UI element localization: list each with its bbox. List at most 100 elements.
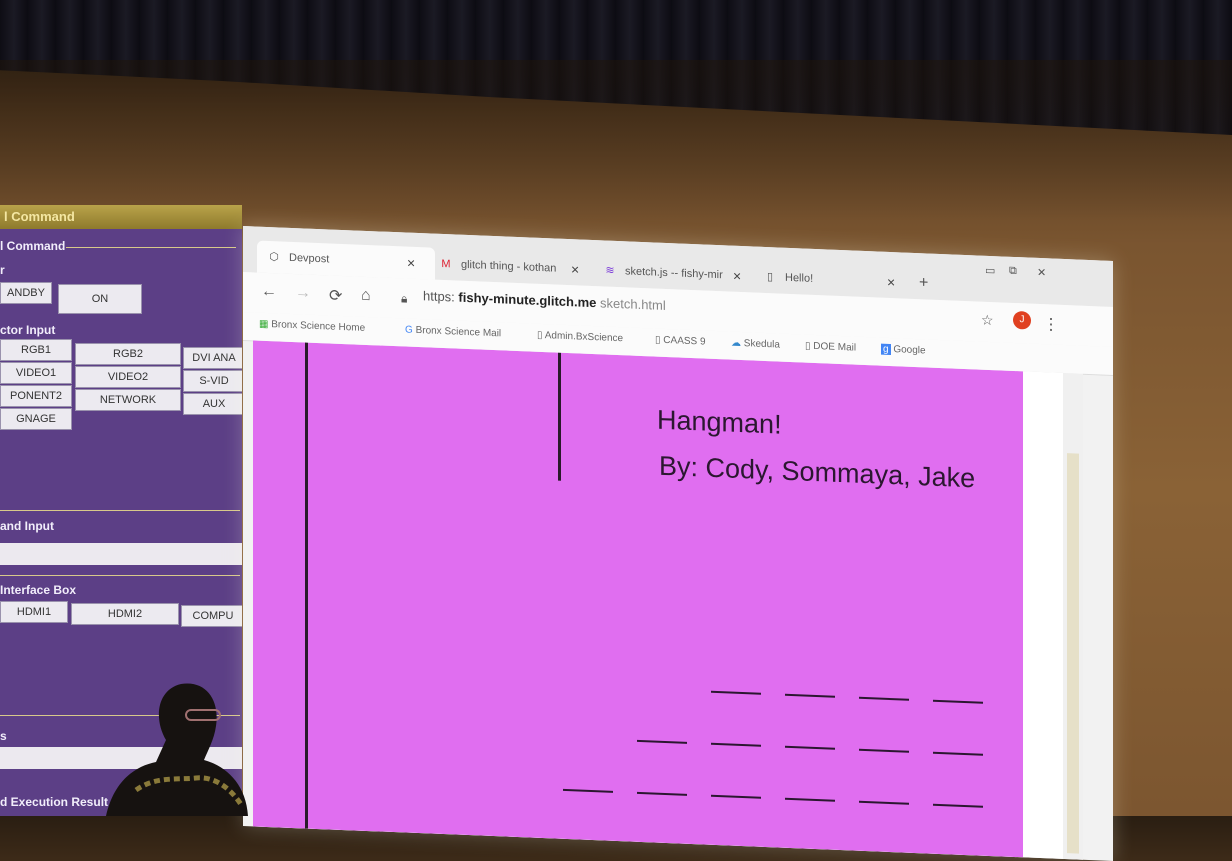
apps-icon: ▦ [259, 318, 269, 331]
letter-blank [859, 748, 909, 753]
bookmark-doe-mail[interactable]: ▯ DOE Mail [805, 341, 856, 354]
close-icon[interactable]: × [733, 260, 741, 292]
page-viewport: Hangman! By: Cody, Sommaya, Jake [253, 340, 1083, 860]
wall-shadow [0, 60, 1232, 220]
bookmark-bronx-science-mail[interactable]: G Bronx Science Mail [405, 325, 501, 340]
url-path: sketch.html [600, 295, 666, 313]
google-g-icon: g [881, 343, 891, 356]
bookmark-admin-bxscience[interactable]: ▯ Admin.BxScience [537, 330, 623, 344]
new-tab-button[interactable]: + [919, 267, 939, 300]
blank-row [637, 739, 983, 756]
letter-blank [711, 690, 761, 695]
close-icon[interactable]: × [887, 266, 895, 298]
page-icon: ▯ [805, 340, 811, 352]
close-window-icon[interactable]: ✕ [1037, 266, 1046, 279]
profile-avatar[interactable]: J [1013, 310, 1031, 330]
letter-blank [933, 803, 983, 808]
projector-input-label: ctor Input [0, 323, 56, 337]
glitch-icon: ≋ [605, 264, 615, 277]
bookmark-skedula[interactable]: ☁ Skedula [731, 338, 780, 351]
bookmark-google[interactable]: g Google [881, 343, 926, 357]
tab-label: Hello! [785, 271, 814, 285]
letter-blank [933, 699, 983, 704]
letter-blank [711, 794, 761, 799]
panel-titlebar: l Command [0, 205, 242, 229]
lock-icon: 🔒︎ [401, 291, 408, 306]
bookmark-label: Bronx Science Home [271, 319, 366, 334]
input-network-button[interactable]: NETWORK [75, 389, 181, 411]
bookmark-bronx-science-home[interactable]: ▦ Bronx Science Home [259, 319, 365, 334]
google-icon: G [405, 324, 413, 336]
letter-blank [563, 788, 613, 793]
input-rgb2-button[interactable]: RGB2 [75, 343, 181, 365]
tab-label: sketch.js -- fishy-mir [625, 265, 723, 282]
input-video1-button[interactable]: VIDEO1 [0, 362, 72, 384]
page-icon: ▯ [537, 329, 543, 342]
section-divider [0, 510, 240, 511]
close-icon[interactable]: × [407, 247, 415, 279]
standby-button[interactable]: ANDBY [0, 282, 52, 304]
panel-small-label: s [0, 729, 7, 743]
interface-computer-button[interactable]: COMPU [181, 605, 242, 627]
devpost-icon: ⬡ [269, 251, 279, 264]
bookmark-label: Admin.BxScience [544, 330, 624, 345]
address-bar[interactable]: https: fishy-minute.glitch.me sketch.htm… [423, 288, 666, 313]
interface-hdmi2-button[interactable]: HDMI2 [71, 603, 179, 625]
bookmark-label: Google [893, 344, 926, 357]
presenter-silhouette [106, 683, 248, 816]
letter-blank [859, 800, 909, 805]
gallows-rope [558, 352, 561, 481]
input-rgb1-button[interactable]: RGB1 [0, 339, 72, 361]
blank-row [711, 690, 983, 704]
interface-hdmi1-button[interactable]: HDMI1 [0, 601, 68, 623]
letter-blank [785, 745, 835, 750]
gallows-pole [305, 342, 308, 829]
url-host: fishy-minute.glitch.me [458, 289, 597, 311]
tab-label: glitch thing - kothan [461, 258, 557, 275]
forward-icon[interactable]: → [295, 284, 311, 303]
letter-blank [785, 797, 835, 802]
bookmark-caass[interactable]: ▯ CAASS 9 [655, 335, 706, 348]
vertical-scrollbar[interactable] [1063, 372, 1083, 860]
star-icon[interactable]: ☆ [981, 312, 994, 330]
input-aux-button[interactable]: AUX [183, 393, 242, 415]
on-button[interactable]: ON [58, 284, 142, 314]
bookmark-label: CAASS 9 [663, 334, 706, 348]
page-byline: By: Cody, Sommaya, Jake [659, 450, 976, 494]
bookmark-label: Skedula [743, 338, 780, 351]
menu-icon[interactable]: ⋮ [1043, 314, 1059, 335]
letter-blank [933, 751, 983, 756]
letter-blank [785, 693, 835, 698]
back-icon[interactable]: ← [261, 283, 277, 302]
letter-blank [637, 739, 687, 744]
demand-input-field[interactable] [0, 543, 242, 565]
reload-icon[interactable]: ⟳ [329, 285, 342, 306]
demand-input-label: and Input [0, 519, 54, 533]
letter-blank [711, 742, 761, 747]
input-video2-button[interactable]: VIDEO2 [75, 366, 181, 388]
skedula-icon: ☁ [731, 337, 741, 350]
input-component2-button[interactable]: PONENT2 [0, 385, 72, 407]
section-divider [0, 575, 240, 576]
section-divider [66, 247, 236, 248]
restore-icon[interactable]: ⧉ [1009, 265, 1017, 278]
tab-label: Devpost [289, 251, 330, 266]
page-icon: ▯ [766, 271, 774, 284]
command-section-label: l Command [0, 239, 66, 253]
close-icon[interactable]: × [571, 253, 579, 285]
bookmark-label: DOE Mail [813, 340, 857, 354]
bookmark-label: Bronx Science Mail [415, 324, 502, 340]
letter-blank [859, 696, 909, 701]
minimize-icon[interactable]: ▭ [985, 264, 995, 277]
hangman-canvas[interactable]: Hangman! By: Cody, Sommaya, Jake [253, 340, 1023, 858]
input-dvi-button[interactable]: DVI ANA [183, 347, 242, 369]
home-icon[interactable]: ⌂ [361, 287, 371, 305]
power-label: r [0, 263, 5, 277]
input-svideo-button[interactable]: S-VID [183, 370, 242, 392]
page-title: Hangman! [657, 404, 782, 440]
input-signage-button[interactable]: GNAGE [0, 408, 72, 430]
scrollbar-thumb[interactable] [1067, 453, 1079, 854]
interface-box-label: Interface Box [0, 583, 77, 597]
page-icon: ▯ [655, 334, 661, 346]
url-scheme: https: [423, 288, 455, 305]
